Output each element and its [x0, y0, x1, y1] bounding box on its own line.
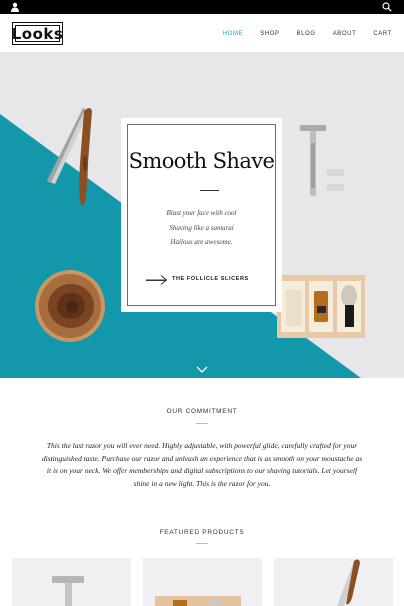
commitment-text: This the last razor you will ever need. …: [41, 441, 363, 488]
featured-rule: [196, 543, 208, 544]
product-card-safety-razor[interactable]: [12, 558, 131, 606]
hero-line-3: Hailous are awesome.: [170, 238, 233, 246]
hero-line-1: Blast your face with cool: [166, 209, 237, 217]
hero-cta-link[interactable]: THE FOLLICLE SLICERS: [146, 274, 257, 286]
nav-shop[interactable]: SHOP: [260, 31, 279, 37]
product-card-shaving-kit[interactable]: [143, 558, 262, 606]
nav-cart[interactable]: CART: [373, 31, 392, 37]
top-utility-bar: [0, 0, 404, 14]
search-icon[interactable]: [382, 2, 392, 12]
straight-razor-product: [337, 559, 360, 606]
shaving-kit-product: [155, 596, 241, 606]
featured-products: [12, 558, 393, 606]
safety-razor-image: [300, 125, 344, 196]
main-nav: HOME SHOP BLOG ABOUT CART: [223, 31, 392, 37]
cta-label: THE FOLLICLE SLICERS: [172, 276, 249, 282]
nav-blog[interactable]: BLOG: [297, 31, 316, 37]
hero-title: Smooth Shave: [128, 149, 275, 173]
nav-about[interactable]: ABOUT: [333, 31, 357, 37]
arrow-right-icon: [146, 275, 168, 285]
hero-line-2: Shaving like a samurai: [169, 223, 234, 232]
logo-frame: [15, 25, 60, 42]
hero-card: Smooth Shave Blast your face with cool S…: [121, 118, 282, 312]
nav-home[interactable]: HOME: [223, 31, 243, 37]
site-header: Looks HOME SHOP BLOG ABOUT CART: [0, 14, 404, 53]
hero-banner: Smooth Shave Blast your face with cool S…: [0, 53, 404, 378]
featured-title: FEATURED PRODUCTS: [159, 529, 245, 536]
hero-title-rule: [200, 190, 219, 191]
wood-slice-image: [35, 270, 105, 342]
shaving-kit-image: [277, 275, 365, 338]
safety-razor-product: [52, 576, 84, 606]
hero-tagline: Blast your face with cool Shaving like a…: [128, 206, 275, 250]
user-icon[interactable]: [10, 2, 20, 12]
chevron-down-icon[interactable]: [196, 366, 208, 373]
commitment-title: OUR COMMITMENT: [166, 408, 238, 415]
product-card-straight-razor[interactable]: [274, 558, 393, 606]
logo[interactable]: Looks: [12, 22, 63, 45]
hero-card-frame: Smooth Shave Blast your face with cool S…: [127, 124, 276, 306]
commitment-rule: [196, 423, 208, 424]
